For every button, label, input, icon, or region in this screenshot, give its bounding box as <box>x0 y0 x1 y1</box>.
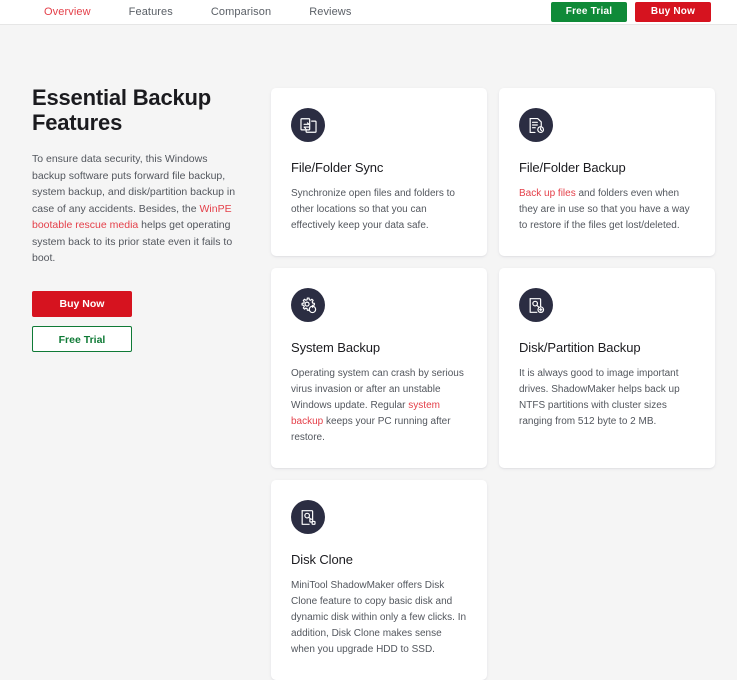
card-description: It is always good to image important dri… <box>519 366 695 430</box>
card-title: Disk/Partition Backup <box>519 340 695 355</box>
top-navigation-bar: Overview Features Comparison Reviews Fre… <box>0 0 737 25</box>
nav-link-group: Overview Features Comparison Reviews <box>44 0 389 25</box>
card-description: MiniTool ShadowMaker offers Disk Clone f… <box>291 578 467 658</box>
page-title: Essential Backup Features <box>32 85 237 135</box>
card-description: Synchronize open files and folders to ot… <box>291 186 467 234</box>
feature-card-file-folder-backup[interactable]: File/Folder Backup Back up files and fol… <box>499 88 715 256</box>
feature-card-disk-clone[interactable]: Disk Clone MiniTool ShadowMaker offers D… <box>271 480 487 680</box>
card-title: File/Folder Backup <box>519 160 695 175</box>
nav-link-overview[interactable]: Overview <box>44 0 110 25</box>
hero-button-group: Buy Now Free Trial <box>32 291 237 352</box>
card-description: Operating system can crash by serious vi… <box>291 366 467 446</box>
file-folder-backup-icon <box>519 108 553 142</box>
card-description: Back up files and folders even when they… <box>519 186 695 234</box>
hero-buy-now-button[interactable]: Buy Now <box>32 291 132 317</box>
card-title: System Backup <box>291 340 467 355</box>
card-desc-text-1: MiniTool ShadowMaker offers Disk Clone f… <box>291 580 466 655</box>
card-desc-text-1: Synchronize open files and folders to ot… <box>291 188 455 231</box>
feature-card-file-folder-sync[interactable]: File/Folder Sync Synchronize open files … <box>271 88 487 256</box>
nav-free-trial-button[interactable]: Free Trial <box>551 2 627 22</box>
nav-action-buttons: Free Trial Buy Now <box>551 2 711 22</box>
disk-partition-backup-icon <box>519 288 553 322</box>
disk-clone-icon <box>291 500 325 534</box>
hero-intro-paragraph: To ensure data security, this Windows ba… <box>32 151 237 267</box>
file-folder-sync-icon <box>291 108 325 142</box>
hero-column: Essential Backup Features To ensure data… <box>32 85 237 352</box>
feature-card-system-backup[interactable]: System Backup Operating system can crash… <box>271 268 487 468</box>
nav-buy-now-button[interactable]: Buy Now <box>635 2 711 22</box>
card-title: File/Folder Sync <box>291 160 467 175</box>
page-body: Essential Backup Features To ensure data… <box>0 25 737 597</box>
back-up-files-link[interactable]: Back up files <box>519 188 576 199</box>
nav-link-comparison[interactable]: Comparison <box>211 0 290 25</box>
feature-card-disk-partition-backup[interactable]: Disk/Partition Backup It is always good … <box>499 268 715 468</box>
card-desc-text-1: It is always good to image important dri… <box>519 368 680 427</box>
nav-link-reviews[interactable]: Reviews <box>309 0 370 25</box>
card-title: Disk Clone <box>291 552 467 567</box>
nav-link-features[interactable]: Features <box>129 0 192 25</box>
hero-free-trial-button[interactable]: Free Trial <box>32 326 132 352</box>
system-backup-gear-icon <box>291 288 325 322</box>
feature-card-grid: File/Folder Sync Synchronize open files … <box>271 88 715 680</box>
